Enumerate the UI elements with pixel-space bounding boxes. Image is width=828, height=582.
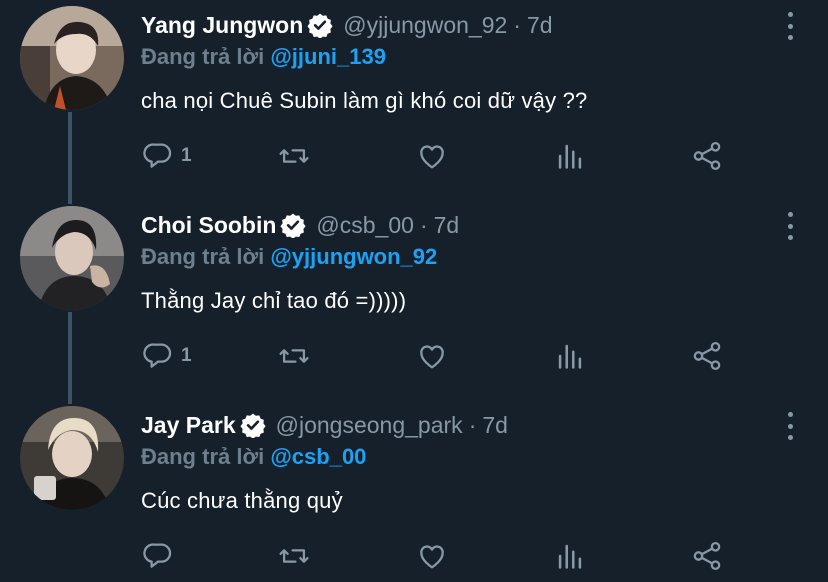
analytics-icon bbox=[558, 544, 582, 569]
timestamp[interactable]: 7d bbox=[527, 12, 553, 39]
share-button[interactable] bbox=[690, 136, 724, 176]
tweet-actions: 1 bbox=[0, 136, 828, 176]
replying-to-line: Đang trả lời @jjuni_139 bbox=[141, 44, 386, 70]
more-options-button[interactable] bbox=[784, 412, 796, 440]
tweet-text: cha nọi Chuê Subin làm gì khó coi dữ vậy… bbox=[141, 88, 588, 113]
more-options-button[interactable] bbox=[784, 12, 796, 40]
analytics-icon bbox=[558, 144, 582, 169]
reply-button[interactable]: 1 bbox=[141, 136, 192, 176]
tweet-actions bbox=[0, 536, 828, 576]
user-handle[interactable]: @csb_00 bbox=[316, 212, 414, 239]
share-icon bbox=[693, 141, 721, 171]
tweet-text: Cúc chưa thằng quỷ bbox=[141, 488, 343, 513]
tweet[interactable]: Choi Soobin @csb_00 · 7d Đang trả lời @y… bbox=[0, 200, 828, 400]
avatar[interactable] bbox=[20, 406, 124, 510]
like-icon bbox=[420, 145, 444, 169]
verified-badge-icon bbox=[240, 413, 266, 438]
tweet-header: Jay Park @jongseong_park · 7d bbox=[141, 408, 508, 442]
more-icon bbox=[787, 212, 793, 217]
more-options-button[interactable] bbox=[784, 212, 796, 240]
reply-count: 1 bbox=[181, 145, 192, 166]
tweet-header: Yang Jungwon @yjjungwon_92 · 7d bbox=[141, 8, 553, 42]
separator-dot: · bbox=[468, 411, 477, 438]
tweet[interactable]: Yang Jungwon @yjjungwon_92 · 7d Đang trả… bbox=[0, 0, 828, 200]
verified-badge-icon bbox=[280, 213, 306, 238]
avatar-image bbox=[20, 6, 124, 110]
replying-to-label: Đang trả lời bbox=[141, 244, 265, 269]
retweet-icon bbox=[279, 349, 309, 363]
avatar-image bbox=[20, 406, 124, 510]
analytics-button[interactable] bbox=[553, 136, 587, 176]
avatar-image bbox=[20, 206, 124, 310]
more-icon bbox=[787, 12, 793, 17]
display-name[interactable]: Jay Park bbox=[141, 412, 236, 439]
tweet-text: Thằng Jay chỉ tao đó =))))) bbox=[141, 288, 407, 313]
reply-count: 1 bbox=[181, 345, 192, 366]
display-name[interactable]: Yang Jungwon bbox=[141, 12, 303, 39]
replying-to-label: Đang trả lời bbox=[141, 44, 265, 69]
tweet[interactable]: Jay Park @jongseong_park · 7d Đang trả l… bbox=[0, 400, 828, 582]
like-button[interactable] bbox=[415, 336, 449, 376]
analytics-icon bbox=[558, 344, 582, 369]
avatar[interactable] bbox=[20, 6, 124, 110]
share-button[interactable] bbox=[690, 336, 724, 376]
tweet-actions: 1 bbox=[0, 336, 828, 376]
like-icon bbox=[420, 345, 444, 369]
analytics-button[interactable] bbox=[553, 536, 587, 576]
replying-to-mention[interactable]: @csb_00 bbox=[270, 444, 366, 469]
share-icon bbox=[693, 541, 721, 571]
reply-icon bbox=[143, 343, 172, 368]
replying-to-line: Đang trả lời @csb_00 bbox=[141, 444, 366, 470]
share-button[interactable] bbox=[690, 536, 724, 576]
more-icon bbox=[787, 412, 793, 417]
timestamp[interactable]: 7d bbox=[482, 412, 508, 439]
separator-dot: · bbox=[513, 11, 521, 38]
retweet-button[interactable] bbox=[277, 136, 311, 176]
verified-badge-icon bbox=[307, 13, 333, 38]
reply-icon bbox=[143, 543, 172, 568]
reply-button[interactable] bbox=[141, 536, 181, 576]
replying-to-mention[interactable]: @yjjungwon_92 bbox=[270, 244, 437, 269]
replying-to-label: Đang trả lời bbox=[141, 444, 265, 469]
reply-button[interactable]: 1 bbox=[141, 336, 192, 376]
like-button[interactable] bbox=[415, 136, 449, 176]
retweet-icon bbox=[279, 149, 309, 163]
tweet-header: Choi Soobin @csb_00 · 7d bbox=[141, 208, 459, 242]
analytics-button[interactable] bbox=[553, 336, 587, 376]
timestamp[interactable]: 7d bbox=[434, 212, 460, 239]
retweet-button[interactable] bbox=[277, 536, 311, 576]
like-button[interactable] bbox=[415, 536, 449, 576]
user-handle[interactable]: @yjjungwon_92 bbox=[343, 12, 507, 39]
avatar[interactable] bbox=[20, 206, 124, 310]
retweet-icon bbox=[279, 549, 309, 563]
display-name[interactable]: Choi Soobin bbox=[141, 212, 276, 239]
reply-thread: Yang Jungwon @yjjungwon_92 · 7d Đang trả… bbox=[0, 0, 828, 582]
replying-to-mention[interactable]: @jjuni_139 bbox=[270, 44, 386, 69]
reply-icon bbox=[143, 143, 172, 168]
replying-to-line: Đang trả lời @yjjungwon_92 bbox=[141, 244, 437, 270]
like-icon bbox=[420, 545, 444, 569]
retweet-button[interactable] bbox=[277, 336, 311, 376]
separator-dot: · bbox=[419, 211, 428, 238]
share-icon bbox=[693, 341, 721, 371]
user-handle[interactable]: @jongseong_park bbox=[276, 412, 463, 439]
